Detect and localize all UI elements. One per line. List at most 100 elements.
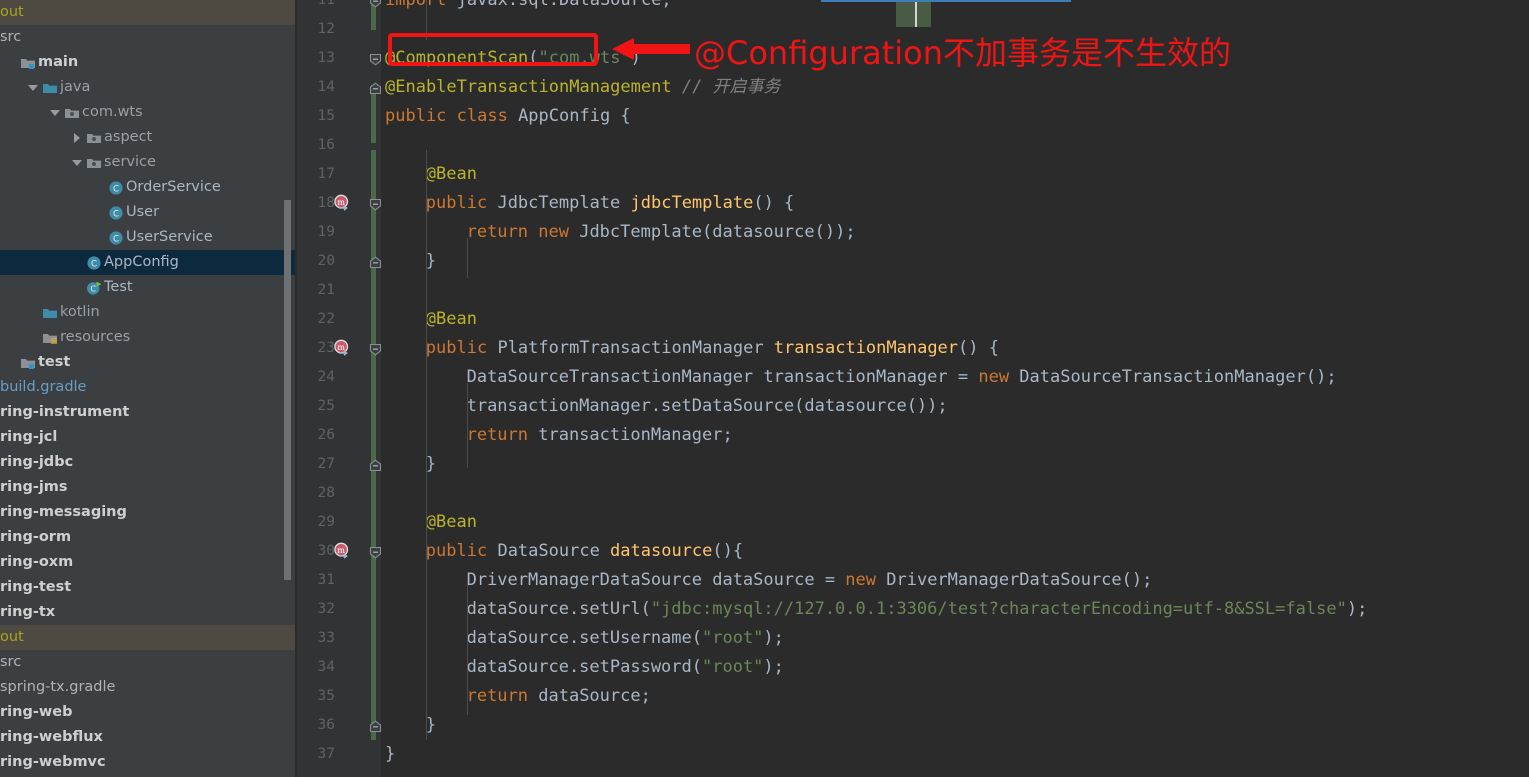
code-token: dataSource — [538, 686, 641, 706]
code-line[interactable]: transactionManager.setDataSource(datasou… — [467, 392, 948, 421]
code-line[interactable]: @ComponentScan("com.wts") — [385, 44, 641, 73]
svg-text:m: m — [337, 198, 345, 207]
code-line[interactable]: public JdbcTemplate jdbcTemplate() { — [426, 189, 795, 218]
project-tree-panel[interactable]: out src main java com.wts aspect service C Order… — [0, 0, 297, 777]
line-number: 12 — [317, 21, 335, 37]
svg-text:C: C — [113, 234, 119, 244]
code-token: transactionManager — [773, 338, 959, 358]
tree-item-test[interactable]: C Test — [0, 275, 297, 300]
code-token: ; — [1357, 599, 1368, 619]
tree-item-userservice[interactable]: C UserService — [0, 225, 297, 250]
code-line[interactable]: public PlatformTransactionManager transa… — [426, 334, 999, 363]
code-text-area[interactable]: import javax.sql.DataSource; @ComponentSc… — [381, 0, 1529, 777]
code-token: transactionManager — [538, 425, 723, 445]
tree-item-main[interactable]: main — [0, 50, 297, 75]
line-number: 19 — [317, 224, 335, 240]
code-line[interactable]: dataSource.setPassword("root"); — [467, 653, 784, 682]
tree-item-kotlin[interactable]: kotlin — [0, 300, 297, 325]
package-folder-icon — [84, 150, 104, 175]
tree-item-label: ring-messaging — [0, 504, 127, 521]
code-line[interactable]: @Bean — [426, 508, 477, 537]
tree-item-label: ring-jms — [0, 479, 68, 496]
tree-item-java[interactable]: java — [0, 75, 297, 100]
tree-item-ring-messaging[interactable]: ring-messaging — [0, 500, 297, 525]
code-token: DataSource — [497, 541, 611, 561]
tree-item-user[interactable]: C User — [0, 200, 297, 225]
tree-item-ring-test[interactable]: ring-test — [0, 575, 297, 600]
tree-item-label: ring-webflux — [0, 729, 103, 746]
chevron-right-icon[interactable] — [70, 125, 84, 150]
code-line[interactable]: public class AppConfig { — [385, 102, 631, 131]
editor-pane[interactable]: 11 12 13 14 15 16 17 18 m 19 20 21 22 23 m 24 25 26 27 28 29… — [297, 0, 1529, 777]
code-token: ) — [763, 657, 774, 677]
package-folder-icon — [84, 125, 104, 150]
tree-item-spring-tx-gradle[interactable]: spring-tx.gradle — [0, 675, 297, 700]
resource-folder-icon — [40, 325, 60, 350]
tree-item-test[interactable]: test — [0, 350, 297, 375]
tree-item-appconfig[interactable]: C AppConfig — [0, 250, 297, 275]
code-line[interactable]: } — [426, 711, 436, 740]
code-token: transactionManager.setDataSource(datasou… — [466, 396, 938, 416]
indent-guide — [425, 150, 427, 740]
code-line[interactable]: dataSource.setUrl("jdbc:mysql://127.0.0.… — [467, 595, 1368, 624]
package-folder-icon — [62, 100, 82, 125]
spring-bean-gutter-icon[interactable]: m — [333, 542, 351, 560]
tree-item-ring-orm[interactable]: ring-orm — [0, 525, 297, 550]
tree-item-ring-webmvc[interactable]: ring-webmvc — [0, 750, 297, 775]
tree-item-service[interactable]: service — [0, 150, 297, 175]
sidebar-scrollbar[interactable] — [284, 200, 291, 580]
code-line[interactable]: import javax.sql.DataSource; — [385, 0, 672, 15]
tree-item-ring-oxm[interactable]: ring-oxm — [0, 550, 297, 575]
code-line[interactable]: } — [426, 247, 436, 276]
code-token: javax.sql.DataSource — [456, 0, 662, 10]
tree-item-label: out — [0, 629, 24, 646]
code-line[interactable]: @Bean — [426, 305, 477, 334]
code-line[interactable]: return dataSource; — [467, 682, 651, 711]
tree-item-label: service — [104, 154, 156, 171]
tree-item-ring-jms[interactable]: ring-jms — [0, 475, 297, 500]
spring-bean-gutter-icon[interactable]: m — [333, 194, 351, 212]
tree-item-build-gradle[interactable]: build.gradle — [0, 375, 297, 400]
code-token: return — [466, 425, 539, 445]
code-token: dataSource.setUsername( — [466, 628, 702, 648]
code-line[interactable]: } — [385, 740, 395, 769]
code-line[interactable]: return new JdbcTemplate(datasource()); — [467, 218, 856, 247]
tree-item-src[interactable]: src — [0, 650, 297, 675]
tree-item-com-wts[interactable]: com.wts — [0, 100, 297, 125]
code-line[interactable]: DriverManagerDataSource dataSource = new… — [467, 566, 1153, 595]
line-number: 24 — [317, 369, 335, 385]
code-line[interactable]: return transactionManager; — [467, 421, 733, 450]
code-line[interactable]: dataSource.setUsername("root"); — [467, 624, 784, 653]
tree-item-ring-jcl[interactable]: ring-jcl — [0, 425, 297, 450]
tree-item-ring-tx[interactable]: ring-tx — [0, 600, 297, 625]
spacer-icon — [26, 300, 40, 325]
tree-item-ring-instrument[interactable]: ring-instrument — [0, 400, 297, 425]
tree-item-label: java — [60, 79, 91, 96]
code-token: // 开启事务 — [681, 77, 781, 97]
chevron-down-icon[interactable] — [26, 75, 40, 100]
tree-item-src[interactable]: src — [0, 25, 297, 50]
gutter-icons: 11 12 13 14 15 16 17 18 m 19 20 21 22 23 m 24 25 26 27 28 29… — [297, 0, 382, 777]
code-line[interactable]: @EnableTransactionManagement // 开启事务 — [385, 73, 781, 102]
tree-item-ring-webflux[interactable]: ring-webflux — [0, 725, 297, 750]
tree-item-out[interactable]: out — [0, 0, 297, 25]
chevron-down-icon[interactable] — [70, 150, 84, 175]
class-icon: C — [106, 175, 126, 200]
tree-item-ring-web[interactable]: ring-web — [0, 700, 297, 725]
line-number: 17 — [317, 166, 335, 182]
code-token: ( — [528, 48, 539, 68]
code-line[interactable]: public DataSource datasource(){ — [426, 537, 743, 566]
chevron-down-icon[interactable] — [48, 100, 62, 125]
tree-item-orderservice[interactable]: C OrderService — [0, 175, 297, 200]
code-line[interactable]: @Bean — [426, 160, 477, 189]
tree-item-ring-jdbc[interactable]: ring-jdbc — [0, 450, 297, 475]
code-line[interactable]: } — [426, 450, 436, 479]
tree-item-aspect[interactable]: aspect — [0, 125, 297, 150]
spring-bean-gutter-icon[interactable]: m — [333, 339, 351, 357]
svg-text:C: C — [113, 184, 119, 194]
code-line[interactable]: DataSourceTransactionManager transaction… — [467, 363, 1337, 392]
tree-item-label: spring-tx.gradle — [0, 679, 116, 696]
tree-item-resources[interactable]: resources — [0, 325, 297, 350]
search-highlight-underline — [821, 0, 1071, 2]
tree-item-out[interactable]: out — [0, 625, 297, 650]
